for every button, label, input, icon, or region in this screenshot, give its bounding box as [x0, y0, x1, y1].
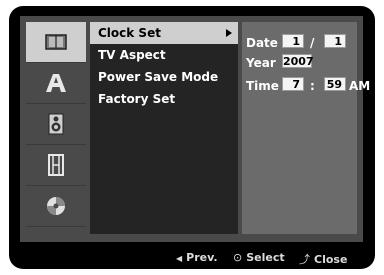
setup-screen: Clock Set TV Aspect Power Save Mode Fact…	[9, 6, 375, 269]
sidebar-item-language[interactable]	[26, 63, 86, 104]
film-icon	[48, 154, 64, 176]
sidebar-item-general[interactable]	[26, 22, 86, 63]
language-a-icon	[46, 74, 66, 92]
setup-menu: Clock Set TV Aspect Power Save Mode Fact…	[90, 22, 238, 234]
menu-item-label: Clock Set	[98, 26, 161, 40]
ampm-indicator[interactable]: AM	[349, 79, 370, 93]
time-separator: :	[310, 79, 315, 93]
menu-item-clock-set[interactable]: Clock Set	[90, 22, 238, 44]
return-icon: ⤴	[299, 253, 310, 266]
sidebar-item-recording[interactable]	[26, 145, 86, 186]
day-field[interactable]: 1	[324, 34, 346, 48]
speaker-icon	[48, 113, 64, 135]
sidebar-item-audio[interactable]	[26, 104, 86, 145]
sidebar-item-disc[interactable]	[26, 186, 86, 227]
date-label: Date	[246, 36, 278, 50]
menu-item-power-save-mode[interactable]: Power Save Mode	[90, 66, 238, 88]
setup-panel: Clock Set TV Aspect Power Save Mode Fact…	[20, 16, 370, 242]
time-label: Time	[246, 79, 279, 93]
category-sidebar	[26, 22, 86, 234]
menu-item-factory-set[interactable]: Factory Set	[90, 88, 238, 110]
date-separator: /	[310, 36, 315, 50]
year-field[interactable]: 2007	[282, 54, 314, 68]
select-button[interactable]: ⊙ Select	[233, 251, 285, 264]
hour-field[interactable]: 7	[282, 77, 304, 91]
minute-field[interactable]: 59	[324, 77, 346, 91]
footer-bar: ◀ Prev. ⊙ Select ⤴ Close	[9, 247, 375, 269]
disc-icon	[47, 197, 65, 215]
menu-item-label: Power Save Mode	[98, 70, 219, 84]
month-field[interactable]: 1	[282, 34, 304, 48]
back-arrow-icon: ◀	[176, 254, 183, 263]
year-label: Year	[246, 56, 276, 70]
close-label: Close	[314, 253, 348, 266]
menu-item-label: TV Aspect	[98, 48, 166, 62]
select-circle-icon: ⊙	[233, 251, 243, 264]
book-icon	[45, 34, 67, 50]
menu-item-label: Factory Set	[98, 92, 176, 106]
prev-button[interactable]: ◀ Prev.	[176, 251, 218, 264]
close-button[interactable]: ⤴ Close	[299, 251, 347, 267]
select-label: Select	[246, 251, 285, 264]
clock-set-panel: Date 1 / 1 Year 2007 Time 7 : 59 AM	[242, 22, 370, 234]
chevron-right-icon	[226, 29, 232, 37]
prev-label: Prev.	[186, 251, 218, 264]
menu-item-tv-aspect[interactable]: TV Aspect	[90, 44, 238, 66]
